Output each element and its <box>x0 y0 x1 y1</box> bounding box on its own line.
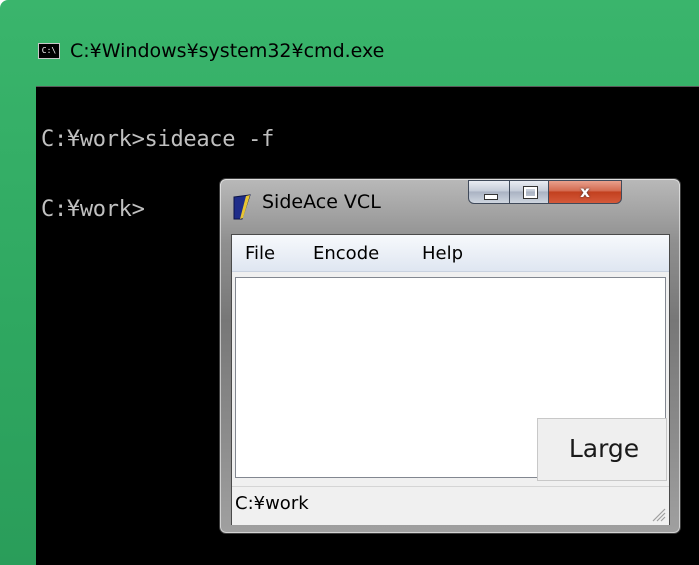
menu-encode[interactable]: Encode <box>309 241 383 266</box>
menu-file[interactable]: File <box>241 241 279 266</box>
console-icon[interactable]: C:\ <box>38 43 60 59</box>
large-button[interactable]: Large <box>537 418 667 481</box>
sideace-app-icon[interactable] <box>232 193 254 221</box>
close-icon: x <box>580 183 590 201</box>
cmd-titlebar[interactable]: C:\ C:¥Windows¥system32¥cmd.exe <box>0 0 699 86</box>
minimize-icon <box>484 194 498 200</box>
client-area: File Encode Help Large C:¥work <box>231 234 670 525</box>
sideace-window[interactable]: SideAce VCL x File Encode Help Large C:¥… <box>219 178 681 534</box>
menu-help[interactable]: Help <box>418 241 467 266</box>
maximize-button[interactable] <box>509 180 549 204</box>
close-button[interactable]: x <box>548 180 622 204</box>
maximize-icon <box>523 186 538 199</box>
minimize-button[interactable] <box>468 180 510 204</box>
cmd-window-title: C:¥Windows¥system32¥cmd.exe <box>70 40 385 62</box>
menu-bar: File Encode Help <box>232 235 669 272</box>
console-line: C:¥work> <box>41 197 145 222</box>
status-bar: C:¥work <box>232 486 669 525</box>
resize-grip-icon[interactable] <box>650 506 666 522</box>
window-title: SideAce VCL <box>262 191 381 213</box>
status-text: C:¥work <box>235 493 309 514</box>
console-line: C:¥work>sideace -f <box>41 127 275 152</box>
